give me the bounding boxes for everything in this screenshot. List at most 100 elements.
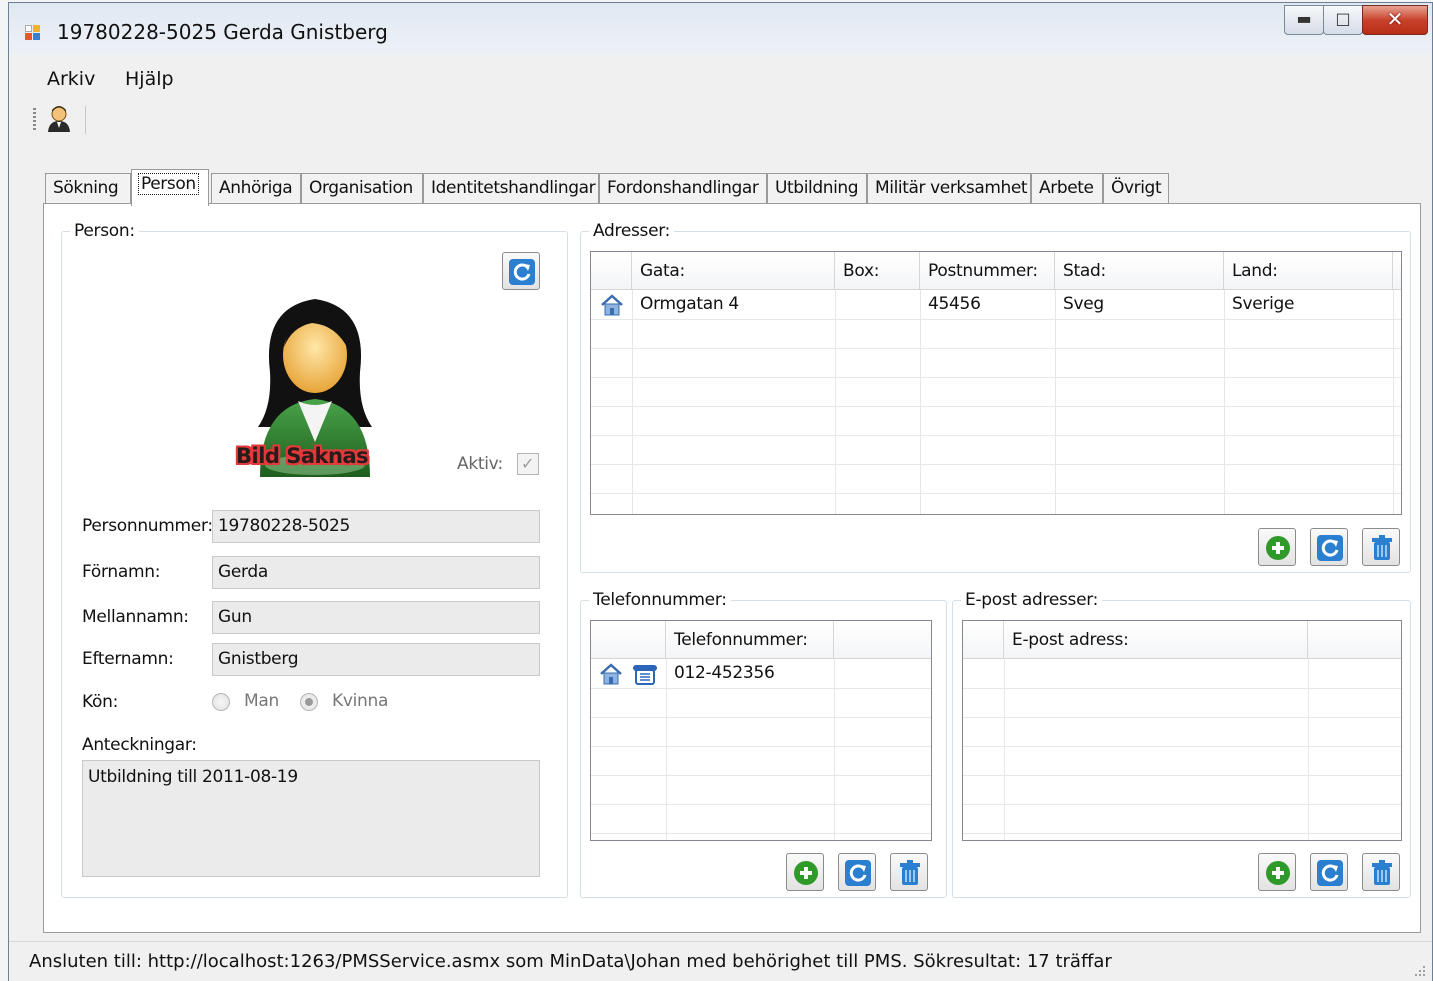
trash-icon	[1372, 860, 1392, 885]
address-stad: Sveg	[1063, 294, 1104, 314]
resize-grip-icon[interactable]	[1412, 963, 1426, 977]
add-icon	[794, 861, 818, 885]
table-row	[591, 689, 931, 718]
minimize-icon: ▬	[1296, 9, 1312, 28]
column-epost-adress[interactable]: E-post adress:	[1004, 621, 1308, 659]
tab-label: Sökning	[53, 178, 119, 198]
phone-number: 012-452356	[674, 663, 775, 683]
phones-grid-header: Telefonnummer:	[591, 621, 931, 659]
column-stad[interactable]: Stad:	[1055, 252, 1224, 290]
tab-identitetshandlingar[interactable]: Identitetshandlingar	[423, 173, 599, 204]
refresh-icon	[509, 259, 535, 285]
toolbar	[9, 100, 1432, 140]
efternamn-field[interactable]: Gnistberg	[212, 643, 540, 676]
refresh-email-button[interactable]	[1310, 853, 1348, 891]
mellannamn-label: Mellannamn:	[82, 607, 189, 627]
table-row[interactable]: 012-452356	[591, 660, 931, 689]
address-land: Sverige	[1232, 294, 1295, 314]
toolbar-grip[interactable]	[33, 108, 36, 130]
telephone-icon	[633, 665, 657, 685]
phones-group: Telefonnummer: Telefonnummer: 012-452356	[580, 590, 947, 898]
tab-ovrigt[interactable]: Övrigt	[1103, 173, 1169, 204]
add-icon	[1266, 861, 1290, 885]
efternamn-label: Efternamn:	[82, 649, 174, 669]
table-row	[591, 776, 931, 805]
delete-email-button[interactable]	[1362, 853, 1400, 891]
refresh-photo-button[interactable]	[502, 252, 540, 290]
menu-arkiv[interactable]: Arkiv	[47, 68, 95, 90]
tab-label: Anhöriga	[219, 178, 293, 198]
address-postnummer: 45456	[928, 294, 981, 314]
refresh-phone-button[interactable]	[838, 853, 876, 891]
title-bar[interactable]: 19780228-5025 Gerda Gnistberg ▬ □ ✕	[9, 3, 1432, 55]
minimize-button[interactable]: ▬	[1284, 5, 1324, 35]
fornamn-field[interactable]: Gerda	[212, 556, 540, 589]
toolbar-separator	[85, 106, 86, 134]
menu-hjalp[interactable]: Hjälp	[125, 68, 174, 90]
table-row	[591, 320, 1401, 349]
aktiv-checkbox[interactable]: ✓	[517, 453, 539, 475]
row-header-cell	[591, 621, 666, 659]
table-row	[963, 660, 1401, 689]
trash-icon	[900, 860, 920, 885]
notes-textarea[interactable]: Utbildning till 2011-08-19	[82, 760, 540, 877]
add-phone-button[interactable]	[786, 853, 824, 891]
aktiv-label: Aktiv:	[457, 454, 503, 474]
house-icon	[601, 294, 623, 316]
person-search-button[interactable]	[43, 102, 77, 136]
delete-phone-button[interactable]	[890, 853, 928, 891]
table-row	[963, 747, 1401, 776]
column-gata[interactable]: Gata:	[632, 252, 835, 290]
tab-militar-verksamhet[interactable]: Militär verksamhet	[867, 173, 1031, 204]
personnummer-field[interactable]: 19780228-5025	[212, 510, 540, 543]
close-button[interactable]: ✕	[1362, 5, 1428, 35]
row-header-cell	[591, 252, 632, 290]
refresh-icon	[845, 860, 871, 886]
row-header-cell	[963, 621, 1004, 659]
addresses-group-title: Adresser:	[589, 221, 675, 241]
gender-man-radio[interactable]	[212, 693, 230, 711]
emails-grid-header: E-post adress:	[963, 621, 1401, 659]
column-telefonnummer[interactable]: Telefonnummer:	[666, 621, 834, 659]
add-email-button[interactable]	[1258, 853, 1296, 891]
tab-fordonshandlingar[interactable]: Fordonshandlingar	[599, 173, 767, 204]
table-row	[591, 349, 1401, 378]
phones-grid[interactable]: Telefonnummer: 012-452356	[590, 620, 932, 841]
tab-person[interactable]: Person	[131, 169, 209, 206]
table-row[interactable]: Ormgatan 4 45456 Sveg Sverige	[591, 291, 1401, 320]
delete-address-button[interactable]	[1362, 528, 1400, 566]
tab-label: Fordonshandlingar	[607, 178, 759, 198]
table-row	[591, 407, 1401, 436]
add-address-button[interactable]	[1258, 528, 1296, 566]
emails-group-title: E-post adresser:	[961, 590, 1103, 610]
kon-label: Kön:	[82, 692, 119, 712]
refresh-icon	[1317, 860, 1343, 886]
table-row	[591, 378, 1401, 407]
tab-anhoriga[interactable]: Anhöriga	[211, 173, 301, 204]
close-icon: ✕	[1386, 7, 1404, 31]
column-land[interactable]: Land:	[1224, 252, 1393, 290]
gender-kvinna-radio[interactable]	[300, 693, 318, 711]
table-row	[591, 465, 1401, 494]
column-box[interactable]: Box:	[835, 252, 920, 290]
maximize-button[interactable]: □	[1323, 5, 1363, 35]
status-text: Ansluten till: http://localhost:1263/PMS…	[29, 951, 1112, 972]
column-postnummer[interactable]: Postnummer:	[920, 252, 1055, 290]
tab-label: Person	[138, 173, 199, 195]
photo-caption: Bild Saknas	[236, 444, 369, 468]
mellannamn-field[interactable]: Gun	[212, 601, 540, 634]
phones-group-title: Telefonnummer:	[589, 590, 731, 610]
tab-sokning[interactable]: Sökning	[45, 173, 131, 204]
tab-organisation[interactable]: Organisation	[301, 173, 423, 204]
notes-label: Anteckningar:	[82, 735, 197, 755]
addresses-grid[interactable]: Gata: Box: Postnummer: Stad: Land: Ormga…	[590, 251, 1402, 515]
tab-label: Utbildning	[775, 178, 859, 198]
emails-grid[interactable]: E-post adress:	[962, 620, 1402, 841]
tab-label: Övrigt	[1111, 178, 1162, 198]
addresses-grid-header: Gata: Box: Postnummer: Stad: Land:	[591, 252, 1401, 290]
window-title: 19780228-5025 Gerda Gnistberg	[57, 20, 388, 44]
tab-arbete[interactable]: Arbete	[1031, 173, 1103, 204]
refresh-address-button[interactable]	[1310, 528, 1348, 566]
tab-utbildning[interactable]: Utbildning	[767, 173, 867, 204]
maximize-icon: □	[1335, 9, 1351, 28]
